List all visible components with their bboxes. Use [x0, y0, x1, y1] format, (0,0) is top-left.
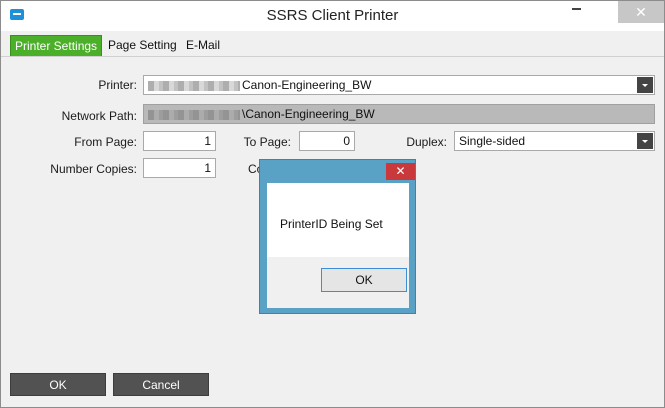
- printer-value: Canon-Engineering_BW: [242, 78, 372, 92]
- dialog-close-button[interactable]: ✕: [386, 163, 415, 180]
- tab-divider: [1, 56, 664, 57]
- printer-dropdown[interactable]: Canon-Engineering_BW: [143, 75, 655, 95]
- close-icon: ✕: [395, 164, 406, 178]
- printer-label: Printer:: [98, 78, 137, 92]
- from-page-input[interactable]: 1: [143, 131, 216, 151]
- number-copies-input[interactable]: 1: [143, 158, 216, 178]
- chevron-down-icon[interactable]: [637, 133, 653, 149]
- close-icon: ✕: [635, 4, 647, 20]
- tab-page-setting[interactable]: Page Setting: [104, 35, 181, 57]
- message-dialog: ✕ PrinterID Being Set OK: [259, 159, 416, 314]
- duplex-label: Duplex:: [406, 135, 447, 149]
- dialog-message: PrinterID Being Set: [280, 217, 383, 231]
- duplex-dropdown[interactable]: Single-sided: [454, 131, 655, 151]
- dialog-content: PrinterID Being Set: [267, 183, 409, 257]
- tab-email[interactable]: E-Mail: [182, 35, 224, 57]
- tab-strip: Printer Settings Page Setting E-Mail: [1, 32, 664, 57]
- network-path-value: \Canon-Engineering_BW: [242, 107, 375, 121]
- tab-printer-settings[interactable]: Printer Settings: [10, 35, 103, 57]
- network-path-label: Network Path:: [61, 109, 137, 123]
- close-button[interactable]: ✕: [618, 1, 664, 23]
- minimize-icon: [571, 7, 581, 10]
- to-page-label: To Page:: [243, 135, 291, 149]
- redacted-text: [148, 80, 240, 91]
- from-page-label: From Page:: [74, 135, 137, 149]
- network-path-field: \Canon-Engineering_BW: [143, 104, 655, 124]
- dialog-ok-button[interactable]: OK: [321, 268, 407, 292]
- dialog-button-area: OK: [267, 257, 409, 308]
- ok-button[interactable]: OK: [10, 373, 106, 396]
- chevron-down-icon[interactable]: [637, 77, 653, 93]
- redacted-text: [148, 109, 240, 120]
- title-bar[interactable]: SSRS Client Printer ✕: [1, 1, 664, 31]
- number-copies-label: Number Copies:: [50, 162, 137, 176]
- minimize-button[interactable]: [561, 1, 591, 23]
- duplex-value: Single-sided: [459, 134, 526, 148]
- cancel-button[interactable]: Cancel: [113, 373, 209, 396]
- to-page-input[interactable]: 0: [299, 131, 355, 151]
